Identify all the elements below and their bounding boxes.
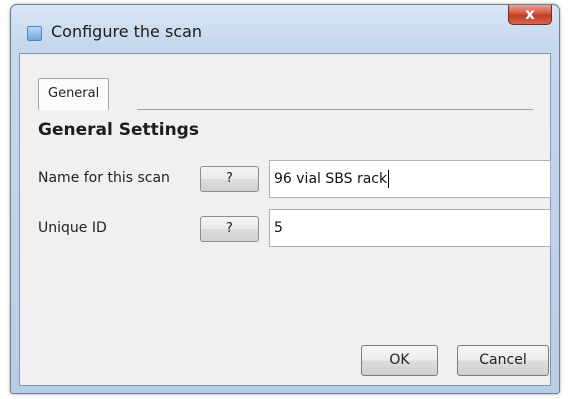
dialog-body: General General Settings Name for this s… [19, 53, 551, 386]
scan-name-help-button[interactable]: ? [200, 166, 259, 192]
dialog-window: Configure the scan x General General Set… [10, 4, 560, 394]
section-title: General Settings [38, 120, 199, 140]
text-caret [388, 170, 390, 188]
close-button[interactable]: x [508, 5, 552, 25]
scan-name-value: 96 vial SBS rack [274, 171, 388, 187]
tab-divider [137, 109, 533, 110]
close-icon: x [525, 5, 535, 23]
ok-button[interactable]: OK [361, 345, 438, 376]
scan-name-input[interactable]: 96 vial SBS rack [269, 160, 551, 198]
unique-id-input[interactable]: 5 [269, 209, 551, 247]
window-title: Configure the scan [51, 22, 203, 41]
title-bar[interactable]: Configure the scan x [11, 5, 559, 53]
app-icon [27, 26, 42, 41]
tab-general[interactable]: General [38, 78, 110, 110]
unique-id-label: Unique ID [38, 220, 107, 236]
unique-id-value: 5 [274, 220, 283, 236]
scan-name-label: Name for this scan [38, 170, 170, 186]
unique-id-help-button[interactable]: ? [200, 216, 259, 242]
cancel-button[interactable]: Cancel [457, 345, 549, 376]
